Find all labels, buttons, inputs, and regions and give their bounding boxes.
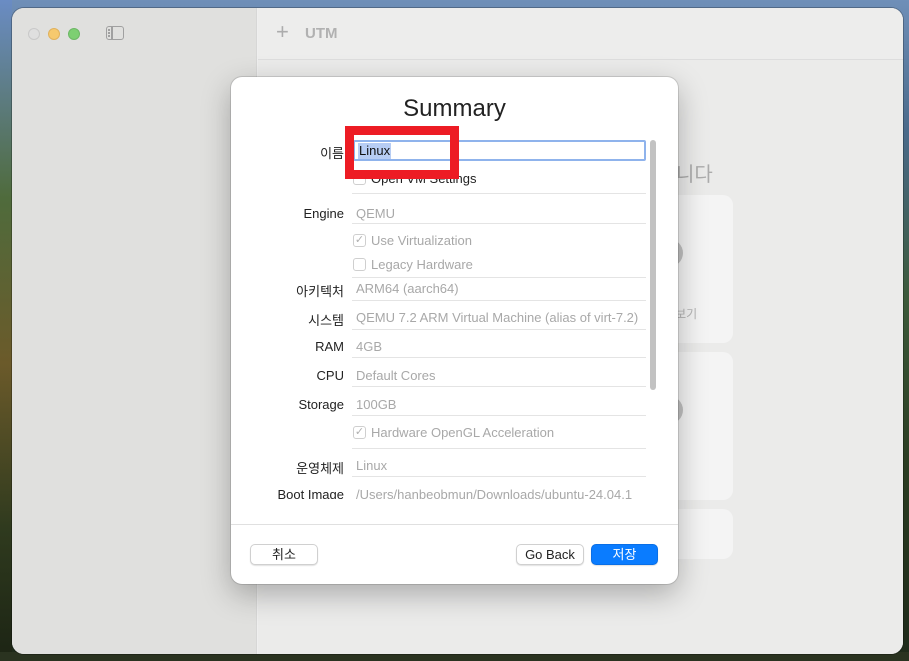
storage-label: Storage — [298, 397, 344, 412]
engine-value: QEMU — [356, 206, 395, 221]
boot-image-label: Boot Image — [277, 487, 345, 499]
use-virtualization-checkbox[interactable]: ✓ Use Virtualization — [353, 232, 472, 248]
form-scrollbar-thumb[interactable] — [650, 140, 656, 390]
divider — [352, 357, 646, 358]
divider — [352, 329, 646, 330]
dialog-title: Summary — [403, 95, 506, 122]
boot-image-value: /Users/hanbeobmun/Downloads/ubuntu-24.04… — [356, 487, 633, 499]
engine-label: Engine — [303, 206, 344, 221]
use-virtualization-label: Use Virtualization — [371, 232, 472, 248]
system-value: QEMU 7.2 ARM Virtual Machine (alias of v… — [356, 310, 639, 325]
open-vm-settings-label: Open VM Settings — [371, 170, 477, 186]
architecture-value: ARM64 (aarch64) — [356, 281, 459, 296]
footer-divider — [231, 524, 678, 525]
ram-value: 4GB — [356, 339, 383, 354]
checkmark-icon: ✓ — [353, 233, 366, 247]
summary-form: 이름 Linux Open VM Settings Engine QEMU ✓ … — [231, 137, 678, 499]
save-button[interactable]: 저장 — [591, 544, 658, 565]
legacy-hardware-label: Legacy Hardware — [371, 256, 473, 272]
checkmark-icon: ✓ — [353, 425, 366, 439]
cpu-value: Default Cores — [356, 368, 436, 383]
storage-value: 100GB — [356, 397, 397, 412]
opengl-acceleration-checkbox[interactable]: ✓ Hardware OpenGL Acceleration — [353, 424, 554, 440]
os-value: Linux — [356, 458, 388, 473]
divider — [352, 386, 646, 387]
ram-label: RAM — [315, 339, 344, 354]
cancel-button[interactable]: 취소 — [250, 544, 318, 565]
divider — [352, 277, 646, 278]
summary-dialog: Summary 이름 Linux Open VM Settings Engine… — [231, 77, 678, 584]
name-input[interactable]: Linux — [353, 140, 646, 161]
divider — [352, 223, 646, 224]
divider — [352, 415, 646, 416]
desktop-wallpaper — [0, 0, 12, 661]
checkbox-icon — [353, 171, 366, 185]
system-label: 시스템 — [308, 313, 344, 328]
opengl-acceleration-label: Hardware OpenGL Acceleration — [371, 424, 555, 440]
divider — [352, 193, 646, 194]
divider — [352, 300, 646, 301]
go-back-button[interactable]: Go Back — [516, 544, 584, 565]
cpu-label: CPU — [316, 368, 344, 383]
open-vm-settings-checkbox[interactable]: Open VM Settings — [353, 170, 477, 186]
os-label: 운영체제 — [296, 461, 344, 476]
name-label: 이름 — [320, 146, 344, 161]
name-input-value: Linux — [358, 143, 392, 159]
checkbox-icon — [353, 257, 366, 271]
divider — [352, 448, 646, 449]
architecture-label: 아키텍처 — [296, 284, 344, 299]
divider — [352, 476, 646, 477]
legacy-hardware-checkbox[interactable]: Legacy Hardware — [353, 256, 473, 272]
